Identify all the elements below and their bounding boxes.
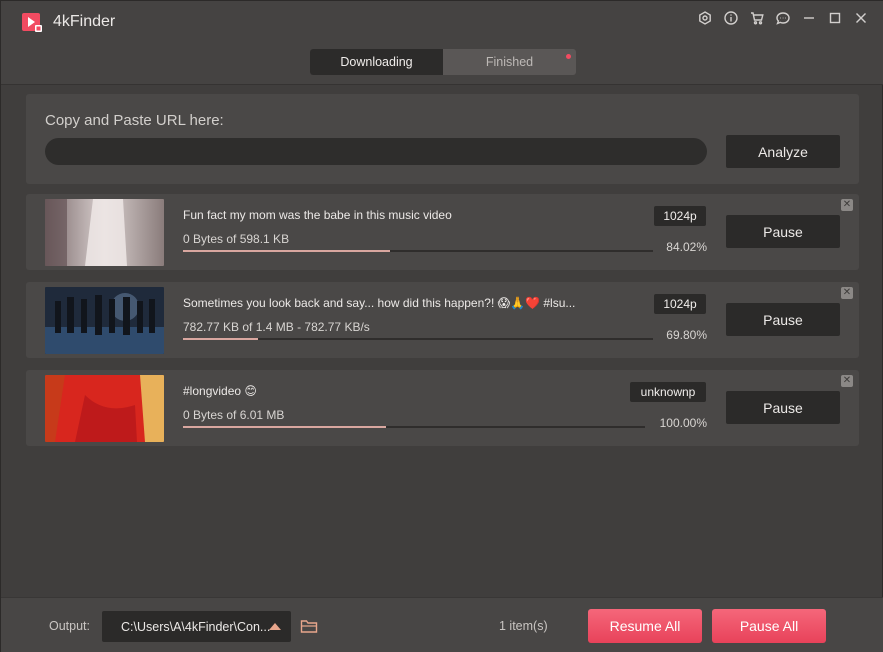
- remove-item-icon[interactable]: ✕: [841, 199, 853, 211]
- info-icon[interactable]: [720, 9, 742, 27]
- folder-icon[interactable]: [300, 618, 318, 634]
- bottom-bar: Output: C:\Users\A\4kFinder\Con... 1 ite…: [1, 597, 883, 652]
- url-panel: Copy and Paste URL here: Analyze: [26, 94, 859, 184]
- pause-button[interactable]: Pause: [726, 303, 840, 336]
- minimize-icon[interactable]: [798, 9, 820, 27]
- pause-button[interactable]: Pause: [726, 215, 840, 248]
- video-title: #longvideo 😊: [183, 384, 257, 398]
- item-count: 1 item(s): [499, 619, 548, 633]
- chat-icon[interactable]: [772, 9, 794, 27]
- output-path-select[interactable]: C:\Users\A\4kFinder\Con...: [102, 611, 291, 642]
- notification-badge: [566, 54, 571, 59]
- progress-fill: [183, 426, 387, 428]
- download-item: Fun fact my mom was the babe in this mus…: [26, 194, 859, 270]
- remove-item-icon[interactable]: ✕: [841, 375, 853, 387]
- close-icon[interactable]: [850, 9, 872, 27]
- video-thumbnail: [45, 375, 164, 442]
- settings-icon[interactable]: [694, 9, 716, 27]
- url-label: Copy and Paste URL here:: [45, 112, 224, 129]
- url-input[interactable]: [45, 138, 707, 165]
- quality-badge: unknownp: [630, 382, 706, 402]
- pause-button[interactable]: Pause: [726, 391, 840, 424]
- video-title: Sometimes you look back and say... how d…: [183, 296, 576, 310]
- window-controls: [694, 9, 872, 27]
- tab-downloading[interactable]: Downloading: [310, 49, 443, 75]
- app-name: 4kFinder: [53, 13, 116, 30]
- download-size: 0 Bytes of 598.1 KB: [183, 232, 290, 246]
- download-size: 0 Bytes of 6.01 MB: [183, 408, 285, 422]
- app-logo-icon: [22, 13, 42, 32]
- progress-percent: 69.80%: [666, 328, 707, 342]
- progress-percent: 84.02%: [666, 240, 707, 254]
- download-item: #longvideo 😊 0 Bytes of 6.01 MB unknownp…: [26, 370, 859, 446]
- tab-finished-label: Finished: [485, 55, 534, 69]
- progress-bar: [183, 338, 653, 340]
- video-thumbnail: [45, 199, 164, 266]
- pause-all-button[interactable]: Pause All: [712, 609, 826, 643]
- analyze-button[interactable]: Analyze: [726, 135, 840, 168]
- download-size: 782.77 KB of 1.4 MB - 782.77 KB/s: [183, 320, 370, 334]
- video-title: Fun fact my mom was the babe in this mus…: [183, 208, 452, 222]
- output-path-value: C:\Users\A\4kFinder\Con...: [121, 619, 271, 634]
- maximize-icon[interactable]: [824, 9, 846, 27]
- download-item: Sometimes you look back and say... how d…: [26, 282, 859, 358]
- output-label: Output:: [49, 619, 90, 633]
- remove-item-icon[interactable]: ✕: [841, 287, 853, 299]
- progress-bar: [183, 250, 653, 252]
- caret-up-icon[interactable]: [269, 623, 281, 630]
- title-bar: 4kFinder Downloading Finished: [1, 1, 883, 85]
- video-thumbnail: [45, 287, 164, 354]
- cart-icon[interactable]: [746, 9, 768, 27]
- tab-bar: Downloading Finished: [310, 49, 576, 75]
- app-window: 4kFinder Downloading Finished Copy and P…: [0, 0, 883, 652]
- tab-finished[interactable]: Finished: [443, 49, 576, 75]
- progress-fill: [183, 250, 390, 252]
- progress-fill: [183, 338, 259, 340]
- progress-bar: [183, 426, 645, 428]
- resume-all-button[interactable]: Resume All: [588, 609, 702, 643]
- quality-badge: 1024p: [654, 294, 706, 314]
- tab-downloading-label: Downloading: [340, 55, 413, 69]
- progress-percent: 100.00%: [659, 416, 707, 430]
- quality-badge: 1024p: [654, 206, 706, 226]
